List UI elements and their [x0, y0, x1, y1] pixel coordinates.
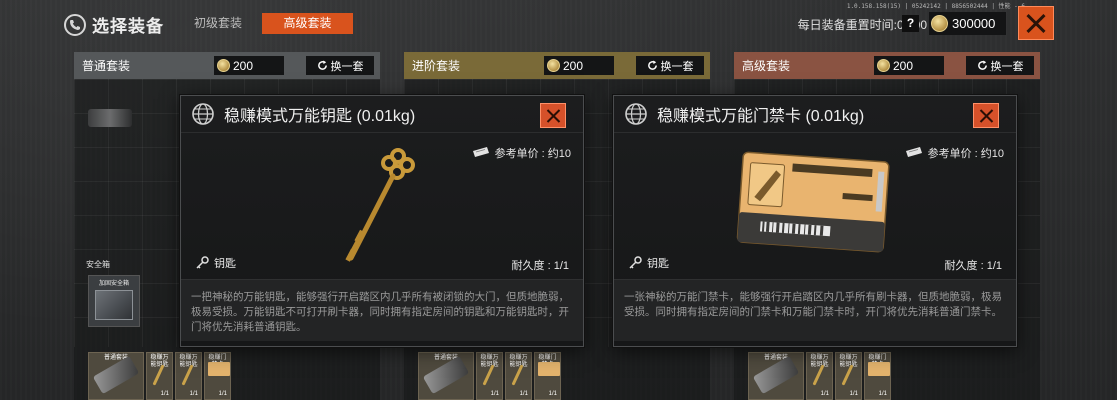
item-slot[interactable]: 稳赚万能钥匙 1/1	[175, 352, 202, 400]
popup-header: 稳赚模式万能门禁卡 (0.01kg)	[614, 96, 1016, 133]
item-slots: 普通套装 稳赚万能钥匙1/1 稳赚万能钥匙1/1 稳赚门禁卡1/1	[418, 352, 561, 400]
item-slot[interactable]: 稳赚万能钥匙 1/1	[505, 352, 532, 400]
coin-icon	[931, 15, 948, 32]
page-header: 选择装备	[64, 12, 164, 37]
card-icon	[868, 362, 890, 376]
golden-key-icon	[345, 148, 415, 262]
page-title: 选择装备	[92, 17, 164, 36]
slot-count: 1/1	[160, 391, 169, 397]
item-type-label: 钥匙	[214, 258, 236, 270]
main-close-button[interactable]	[1018, 6, 1054, 40]
refresh-icon	[647, 60, 657, 70]
popup-title: 稳赚模式万能钥匙 (0.01kg)	[224, 108, 416, 125]
item-slot[interactable]: 稳赚门禁卡1/1	[204, 352, 231, 400]
reference-price-text: 参考单价 : 约10	[927, 148, 1004, 160]
item-detail-popup-key: 稳赚模式万能钥匙 (0.01kg) 参考单价 : 约10 钥匙 耐久度 : 1/…	[180, 95, 584, 347]
item-slot[interactable]: 稳赚门禁卡1/1	[534, 352, 561, 400]
equipment-item[interactable]	[88, 109, 132, 127]
slot-count: 1/1	[218, 391, 227, 397]
item-slot[interactable]: 稳赚万能钥匙 1/1	[806, 352, 833, 400]
coin-balance: 300000	[929, 12, 1006, 35]
globe-icon	[192, 103, 214, 125]
reference-price-text: 参考单价 : 约10	[494, 148, 571, 160]
column-header: 普通套装 200 换一套	[74, 52, 380, 79]
item-type: 钥匙	[195, 255, 236, 271]
slot-name: 普通套装	[763, 355, 788, 361]
set-price: 200	[544, 56, 614, 75]
column-title: 普通套装	[82, 59, 131, 73]
item-detail-popup-card: 稳赚模式万能门禁卡 (0.01kg) 参考单价 : 约10 钥匙 耐久度 : 1…	[613, 95, 1017, 347]
safe-box-name: 加固安全箱	[98, 281, 129, 287]
slot-count: 1/1	[820, 391, 829, 397]
card-icon	[538, 362, 560, 376]
refresh-icon	[317, 60, 327, 70]
slot-name: 普通套装	[103, 355, 128, 361]
set-price-value: 200	[233, 58, 254, 73]
set-price: 200	[874, 56, 944, 75]
swap-set-button[interactable]: 换一套	[636, 56, 704, 75]
column-title: 高级套装	[742, 59, 791, 73]
coin-icon	[217, 59, 230, 72]
tab-basic-set[interactable]: 初级套装	[176, 13, 260, 34]
popup-close-button[interactable]	[540, 103, 566, 128]
slot-count: 1/1	[519, 391, 528, 397]
item-slots: 普通套装 稳赚万能钥匙1/1 稳赚万能钥匙1/1 稳赚门禁卡1/1	[748, 352, 891, 400]
item-slot[interactable]: 稳赚万能钥匙 1/1	[476, 352, 503, 400]
card-icon	[208, 362, 230, 376]
item-slot[interactable]: 稳赚万能钥匙 1/1	[835, 352, 862, 400]
safe-box-slot[interactable]: 加固安全箱	[88, 275, 140, 327]
balance-value: 300000	[952, 16, 996, 31]
coin-icon	[877, 59, 890, 72]
safe-box-label: 安全箱	[86, 260, 110, 269]
slot-count: 1/1	[548, 391, 557, 397]
slot-name: 普通套装	[433, 355, 458, 361]
build-info: 1.0.158.158(15) | 05242142 | 8856502444 …	[846, 3, 1025, 10]
durability-text: 耐久度 : 1/1	[511, 260, 569, 272]
item-slots: 普通套装 稳赚万能钥匙1/1 稳赚万能钥匙1/1 稳赚门禁卡1/1	[88, 352, 231, 400]
safe-box-icon	[95, 290, 133, 320]
popup-title: 稳赚模式万能门禁卡 (0.01kg)	[657, 108, 865, 125]
item-slot[interactable]: 普通套装	[418, 352, 474, 400]
item-type-label: 钥匙	[647, 258, 669, 270]
swap-set-label: 换一套	[660, 60, 694, 73]
reference-price: 参考单价 : 约10	[472, 145, 571, 161]
swap-set-button[interactable]: 换一套	[966, 56, 1034, 75]
key-icon	[196, 256, 209, 269]
column-header: 高级套装 200 换一套	[734, 52, 1040, 79]
help-button[interactable]: ?	[902, 15, 919, 32]
slot-count: 1/1	[878, 391, 887, 397]
item-slot[interactable]: 稳赚门禁卡1/1	[864, 352, 891, 400]
set-price-value: 200	[563, 58, 584, 73]
ticket-icon	[472, 147, 489, 157]
swap-set-button[interactable]: 换一套	[306, 56, 374, 75]
item-slot[interactable]: 稳赚万能钥匙 1/1	[146, 352, 173, 400]
durability-text: 耐久度 : 1/1	[944, 260, 1002, 272]
swap-set-label: 换一套	[990, 60, 1024, 73]
set-price-value: 200	[893, 58, 914, 73]
slot-count: 1/1	[849, 391, 858, 397]
tab-advanced-set[interactable]: 高级套装	[262, 13, 353, 34]
popup-close-button[interactable]	[973, 103, 999, 128]
slot-count: 1/1	[189, 391, 198, 397]
popup-header: 稳赚模式万能钥匙 (0.01kg)	[181, 96, 583, 133]
globe-icon	[625, 103, 647, 125]
reference-price: 参考单价 : 约10	[905, 145, 1004, 161]
item-type: 钥匙	[628, 255, 669, 271]
phone-icon	[64, 13, 86, 36]
item-description: 一张神秘的万能门禁卡，能够强行开启踏区内几乎所有刷卡器，但质地脆弱，极易受损。同…	[614, 279, 1016, 341]
key-icon	[629, 256, 642, 269]
item-slot[interactable]: 普通套装	[88, 352, 144, 400]
access-card-icon	[736, 151, 890, 253]
swap-set-label: 换一套	[330, 60, 364, 73]
column-title: 进阶套装	[412, 59, 461, 73]
item-slot[interactable]: 普通套装	[748, 352, 804, 400]
set-price: 200	[214, 56, 284, 75]
coin-icon	[547, 59, 560, 72]
slot-count: 1/1	[490, 391, 499, 397]
item-description: 一把神秘的万能钥匙，能够强行开启踏区内几乎所有被闭锁的大门，但质地脆弱，极易受损…	[181, 279, 583, 341]
refresh-icon	[977, 60, 987, 70]
ticket-icon	[905, 147, 922, 157]
column-header: 进阶套装 200 换一套	[404, 52, 710, 79]
